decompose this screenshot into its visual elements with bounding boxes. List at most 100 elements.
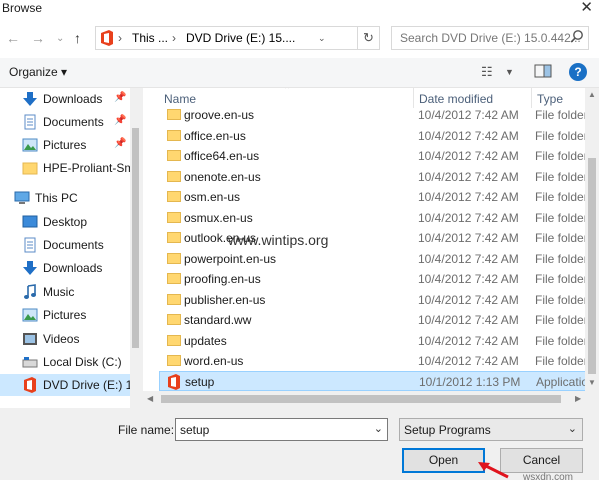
file-type-value: Setup Programs bbox=[404, 423, 491, 437]
office-logo-icon bbox=[101, 30, 113, 46]
list-item[interactable]: publisher.en-us 10/4/2012 7:42 AM File fol… bbox=[159, 290, 589, 310]
download-arrow-icon bbox=[23, 261, 37, 275]
list-item[interactable]: standard.ww 10/4/2012 7:42 AM File folder bbox=[159, 310, 589, 330]
nav-item-label: This PC bbox=[35, 191, 78, 205]
breadcrumb-separator-icon: › bbox=[118, 31, 122, 45]
nav-item-label: Videos bbox=[43, 332, 80, 346]
list-item[interactable]: word.en-us 10/4/2012 7:42 AM File folder bbox=[159, 351, 589, 371]
scrollbar-thumb[interactable] bbox=[161, 395, 561, 403]
list-item[interactable]: onenote.en-us 10/4/2012 7:42 AM File folde… bbox=[159, 167, 589, 187]
documents-icon bbox=[24, 237, 36, 253]
navigation-scrollbar[interactable] bbox=[130, 88, 141, 408]
list-item[interactable]: outlook.en-us 10/4/2012 7:42 AM File folde… bbox=[159, 228, 589, 248]
nav-item-pictures-quick[interactable]: Pictures 📌 bbox=[0, 134, 141, 156]
nav-item-label: Downloads bbox=[43, 261, 103, 275]
nav-item-downloads[interactable]: Downloads bbox=[0, 257, 141, 279]
music-note-icon bbox=[24, 284, 36, 299]
nav-item-pictures[interactable]: Pictures bbox=[0, 304, 141, 326]
list-item[interactable]: groove.en-us 10/4/2012 7:42 AM File folder bbox=[159, 105, 589, 125]
file-name-field[interactable]: setup ⌄ bbox=[175, 418, 388, 441]
chevron-down-icon[interactable]: ⌄ bbox=[318, 33, 326, 44]
scrollbar-thumb[interactable] bbox=[588, 158, 596, 374]
nav-item-local-disk[interactable]: Local Disk (C:) bbox=[0, 351, 141, 373]
sort-up-chevron-icon: ⌃ bbox=[283, 88, 292, 96]
chevron-down-icon[interactable]: ⌄ bbox=[374, 422, 383, 435]
nav-item-label: Pictures bbox=[43, 138, 87, 152]
list-item[interactable]: proofing.en-us 10/4/2012 7:42 AM File fold… bbox=[159, 269, 589, 289]
breadcrumb-dvd-drive[interactable]: DVD Drive (E:) 15.... bbox=[186, 31, 295, 45]
command-bar: Organize ▾ ☷ ▼ ? bbox=[0, 58, 599, 88]
nav-item-label: HPE-Proliant-Sm bbox=[43, 161, 135, 175]
view-options-icon[interactable]: ☷ bbox=[481, 64, 493, 80]
nav-item-dvd-drive[interactable]: DVD Drive (E:) 15 bbox=[0, 374, 141, 396]
nav-item-label: DVD Drive (E:) 15 bbox=[43, 378, 140, 392]
horizontal-scrollbar[interactable]: ◀ ▶ bbox=[143, 391, 599, 408]
view-chevron-down-icon[interactable]: ▼ bbox=[505, 67, 514, 77]
window-title: Browse bbox=[2, 1, 43, 15]
local-disk-icon bbox=[22, 357, 38, 368]
title-bar: Browse ✕ bbox=[0, 0, 599, 18]
folder-icon bbox=[167, 355, 181, 366]
nav-item-label: Documents bbox=[43, 238, 104, 252]
list-item[interactable]: office.en-us 10/4/2012 7:42 AM File folder bbox=[159, 126, 589, 146]
computer-icon bbox=[14, 191, 30, 204]
breadcrumb-this-pc[interactable]: This ... bbox=[132, 31, 168, 45]
nav-item-label: Pictures bbox=[43, 308, 87, 322]
pictures-icon bbox=[22, 308, 38, 322]
red-pointer-arrow-icon bbox=[478, 462, 509, 479]
dialog-footer: File name: setup ⌄ Setup Programs ⌄ Open… bbox=[0, 408, 599, 480]
help-icon[interactable]: ? bbox=[569, 63, 587, 81]
folder-icon bbox=[167, 212, 181, 223]
nav-item-desktop[interactable]: Desktop bbox=[0, 211, 141, 233]
cancel-button[interactable]: Cancel bbox=[500, 448, 583, 473]
office-logo-icon bbox=[168, 374, 180, 390]
nav-item-documents-quick[interactable]: Documents 📌 bbox=[0, 111, 141, 133]
nav-item-documents[interactable]: Documents bbox=[0, 234, 141, 256]
nav-item-label: Music bbox=[43, 285, 75, 299]
list-item[interactable]: office64.en-us 10/4/2012 7:42 AM File fold… bbox=[159, 146, 589, 166]
chevron-down-icon[interactable]: ⌄ bbox=[568, 422, 577, 435]
recent-locations-chevron-icon[interactable]: ⌄ bbox=[56, 33, 64, 44]
refresh-icon[interactable]: ↻ bbox=[357, 27, 379, 49]
file-list: ⌃ Name Date modified Type groove.en-us 10… bbox=[143, 88, 599, 391]
close-icon[interactable]: ✕ bbox=[580, 0, 593, 16]
list-item[interactable]: powerpoint.en-us 10/4/2012 7:42 AM File fo… bbox=[159, 249, 589, 269]
videos-icon bbox=[23, 333, 37, 345]
folder-icon bbox=[167, 150, 181, 161]
scroll-left-icon[interactable]: ◀ bbox=[147, 394, 153, 403]
breadcrumb-separator-icon: › bbox=[172, 31, 176, 45]
navigation-pane: Downloads 📌 Documents 📌 Pictures 📌 HPE-P… bbox=[0, 88, 141, 408]
branding-text: wsxdn.com bbox=[523, 472, 574, 480]
folder-icon bbox=[167, 232, 181, 243]
nav-item-hpe-proliant[interactable]: HPE-Proliant-Sm bbox=[0, 157, 141, 179]
folder-icon bbox=[167, 253, 181, 264]
open-button[interactable]: Open bbox=[402, 448, 485, 473]
forward-arrow-icon[interactable]: → bbox=[31, 30, 45, 46]
scroll-down-icon[interactable]: ▼ bbox=[588, 378, 596, 387]
list-item[interactable]: osmux.en-us 10/4/2012 7:42 AM File folder bbox=[159, 208, 589, 228]
scroll-right-icon[interactable]: ▶ bbox=[575, 394, 581, 403]
nav-item-videos[interactable]: Videos bbox=[0, 328, 141, 350]
organize-button[interactable]: Organize ▾ bbox=[9, 65, 67, 79]
search-input[interactable]: Search DVD Drive (E:) 15.0.442... bbox=[400, 31, 581, 45]
list-item[interactable]: updates 10/4/2012 7:42 AM File folder bbox=[159, 331, 589, 351]
pin-icon: 📌 bbox=[114, 115, 127, 126]
file-list-scrollbar[interactable]: ▲ ▼ bbox=[585, 88, 599, 391]
folder-icon bbox=[167, 191, 181, 202]
scroll-up-icon[interactable]: ▲ bbox=[588, 90, 596, 99]
nav-item-label: Desktop bbox=[43, 215, 88, 229]
nav-item-music[interactable]: Music bbox=[0, 281, 141, 303]
file-type-select[interactable]: Setup Programs ⌄ bbox=[399, 418, 583, 441]
address-bar[interactable]: › This ... › DVD Drive (E:) 15.... ⌄ ↻ bbox=[95, 26, 380, 50]
file-name-value[interactable]: setup bbox=[180, 423, 209, 437]
nav-item-this-pc[interactable]: This PC bbox=[0, 187, 141, 209]
folder-icon bbox=[167, 171, 181, 182]
preview-pane-icon[interactable] bbox=[534, 64, 552, 78]
scrollbar-thumb[interactable] bbox=[132, 128, 139, 348]
search-box[interactable]: Search DVD Drive (E:) 15.0.442... bbox=[391, 26, 589, 50]
back-arrow-icon[interactable]: ← bbox=[6, 30, 20, 46]
up-arrow-icon[interactable]: ↑ bbox=[74, 30, 81, 46]
list-item-selected[interactable]: setup 10/1/2012 1:13 PM Application bbox=[159, 371, 590, 391]
nav-item-downloads-quick[interactable]: Downloads 📌 bbox=[0, 88, 141, 110]
list-item[interactable]: osm.en-us 10/4/2012 7:42 AM File folder bbox=[159, 187, 589, 207]
